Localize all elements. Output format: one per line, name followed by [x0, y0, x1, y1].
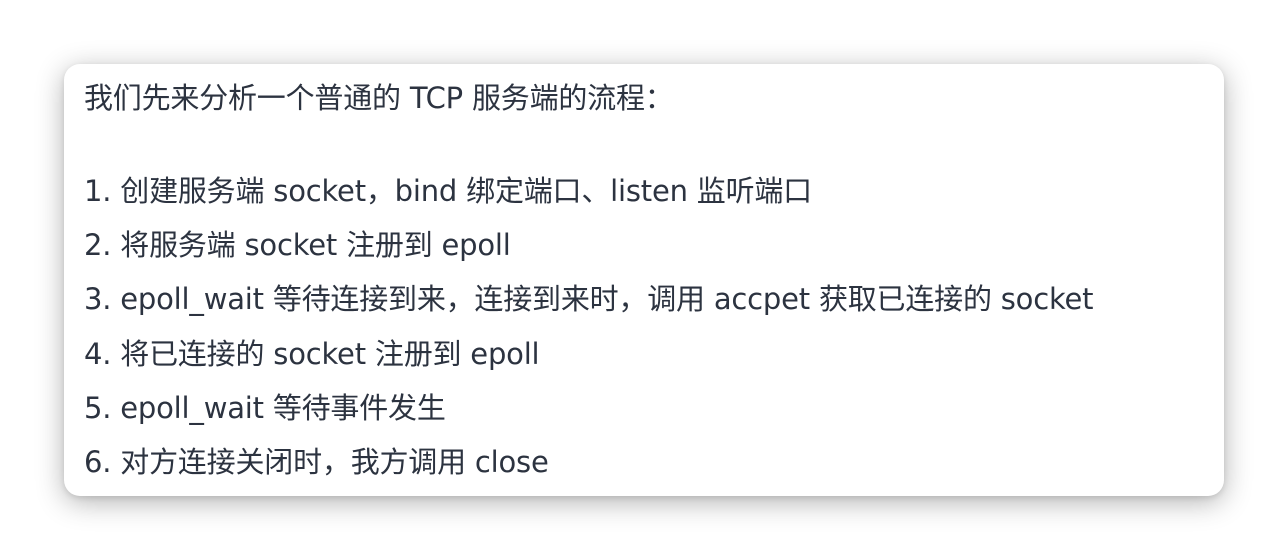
- step-item: 2. 将服务端 socket 注册到 epoll: [84, 228, 511, 263]
- intro-text: 我们先来分析一个普通的 TCP 服务端的流程：: [84, 81, 674, 115]
- step-item: 1. 创建服务端 socket，bind 绑定端口、listen 监听端口: [84, 174, 812, 208]
- step-item: 5. epoll_wait 等待事件发生: [84, 390, 446, 425]
- step-item: 4. 将已连接的 socket 注册到 epoll: [84, 336, 540, 371]
- content-card: 我们先来分析一个普通的 TCP 服务端的流程： 1. 创建服务端 socket，…: [64, 64, 1224, 496]
- step-item: 3. epoll_wait 等待连接到来，连接到来时，调用 accpet 获取已…: [84, 282, 1094, 317]
- step-item: 6. 对方连接关闭时，我方调用 close: [84, 444, 549, 479]
- steps-list: 1. 创建服务端 socket，bind 绑定端口、listen 监听端口 2.…: [84, 164, 1206, 489]
